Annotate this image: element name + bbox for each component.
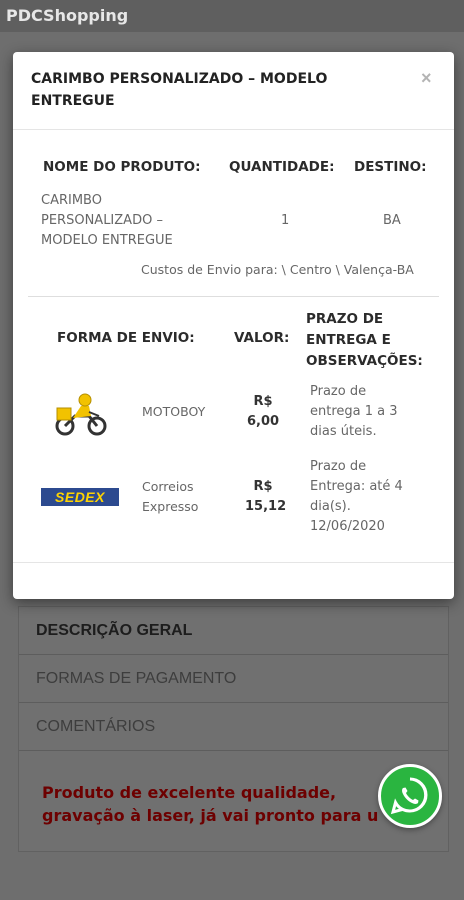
deadline-line: 12/06/2020 (310, 519, 385, 534)
whatsapp-button[interactable] (378, 764, 442, 828)
product-name-line: CARIMBO (41, 193, 102, 208)
product-name-cell: CARIMBO PERSONALIZADO – MODELO ENTREGUE (41, 191, 201, 251)
header-deadline-line: ENTREGA E (306, 332, 391, 348)
modal-header: CARIMBO PERSONALIZADO – MODELO ENTREGUE … (13, 52, 454, 130)
method-line: Correios (142, 479, 194, 494)
modal-title-line: CARIMBO PERSONALIZADO – MODELO (31, 71, 328, 87)
deadline-line: Entrega: até 4 (310, 479, 403, 494)
deadline-cell: Prazo de Entrega: até 4 dia(s). 12/06/20… (310, 457, 403, 537)
deadline-line: Prazo de (310, 459, 367, 474)
modal-title-line: ENTREGUE (31, 93, 115, 109)
modal-title: CARIMBO PERSONALIZADO – MODELO ENTREGUE (31, 68, 391, 112)
header-shipping-method: FORMA DE ENVIO: (57, 330, 195, 346)
motoboy-icon (55, 393, 107, 436)
description-line: gravação à laser, já vai pronto para u (42, 806, 379, 825)
value-line: R$ (253, 479, 273, 494)
whatsapp-icon (390, 777, 428, 815)
app-title: PDCShopping (6, 6, 129, 25)
product-name-line: PERSONALIZADO – (41, 213, 163, 228)
deadline-line: entrega 1 a 3 (310, 404, 398, 419)
app-bar: PDCShopping (0, 0, 464, 32)
value-line: 15,12 (245, 499, 287, 514)
shipping-modal: CARIMBO PERSONALIZADO – MODELO ENTREGUE … (13, 52, 454, 599)
value-line: 6,00 (247, 414, 280, 429)
table-divider (28, 296, 439, 297)
quantity-cell: 1 (281, 213, 290, 228)
shipping-value-cell: R$ 15,12 (245, 477, 286, 517)
header-deadline-line: OBSERVAÇÕES: (306, 353, 423, 369)
deadline-line: dias úteis. (310, 424, 377, 439)
deadline-line: dia(s). (310, 499, 351, 514)
sedex-logo: SEDEX (41, 488, 119, 506)
header-quantity: QUANTIDADE: (229, 159, 335, 175)
destination-cell: BA (383, 213, 401, 228)
product-name-line: MODELO ENTREGUE (41, 233, 173, 248)
header-deadline: PRAZO DE ENTREGA E OBSERVAÇÕES: (306, 309, 423, 372)
modal-footer-divider (13, 562, 454, 563)
value-line: R$ (253, 394, 273, 409)
product-description: Produto de excelente qualidade, gravação… (42, 781, 437, 827)
header-deadline-line: PRAZO DE (306, 311, 384, 327)
shipping-value-cell: R$ 6,00 (247, 392, 279, 432)
shipping-method-cell: MOTOBOY (142, 404, 206, 419)
tab-comentarios[interactable]: COMENTÁRIOS (19, 703, 448, 751)
tab-formas-de-pagamento[interactable]: FORMAS DE PAGAMENTO (19, 655, 448, 703)
shipping-method-cell: Correios Expresso (142, 477, 198, 517)
description-line: Produto de excelente qualidade, (42, 783, 337, 802)
header-shipping-value: VALOR: (234, 330, 290, 346)
shipping-costs-text: Custos de Envio para: \ Centro \ Valença… (141, 262, 414, 277)
close-icon[interactable]: × (421, 68, 432, 89)
deadline-cell: Prazo de entrega 1 a 3 dias úteis. (310, 382, 398, 442)
header-product-name: NOME DO PRODUTO: (43, 159, 201, 175)
deadline-line: Prazo de (310, 384, 367, 399)
method-line: Expresso (142, 499, 199, 514)
tab-descricao-geral[interactable]: DESCRIÇÃO GERAL (19, 607, 448, 655)
header-destination: DESTINO: (354, 159, 427, 175)
